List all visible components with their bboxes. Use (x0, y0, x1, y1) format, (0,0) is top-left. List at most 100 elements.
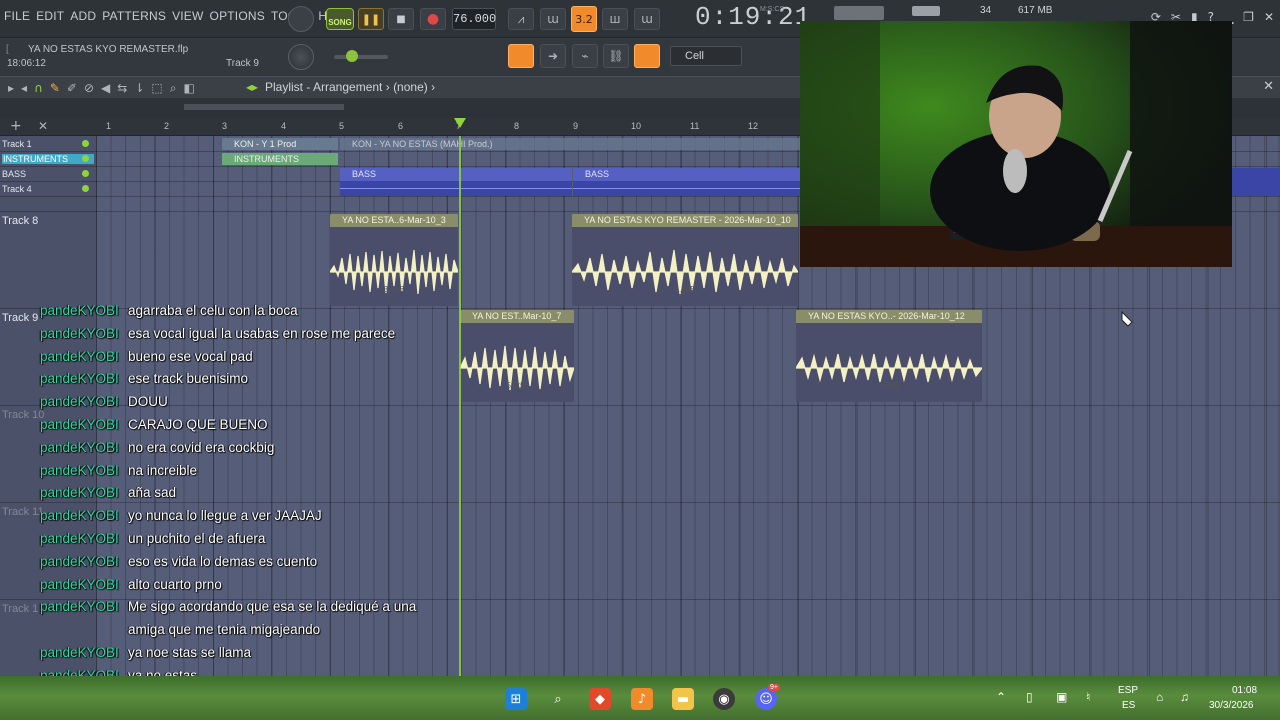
file-explorer-icon[interactable]: ▬ (672, 688, 694, 710)
chat-message: pandeKYOBI no era covid era cockbig (40, 437, 460, 460)
network-icon[interactable]: ⌂ (1156, 690, 1163, 704)
track-1-label[interactable]: Track 1 (2, 139, 32, 149)
volume-icon[interactable]: ♫ (1180, 690, 1189, 704)
mute-icon[interactable]: ◀ (101, 81, 110, 96)
pause-button[interactable]: ❚❚ (358, 8, 384, 30)
tray-chevron-icon[interactable]: ⌃ (996, 690, 1006, 704)
fl-studio-taskbar-icon[interactable]: ♪ (631, 688, 653, 710)
obs-icon[interactable]: ◉ (713, 688, 735, 710)
wait-input-button[interactable]: ɯ (540, 8, 566, 30)
track-4-mute[interactable] (82, 185, 89, 192)
clock-time[interactable]: 01:08 (1232, 685, 1257, 696)
menu-view[interactable]: VIEW (172, 9, 203, 23)
chat-message: pandeKYOBI ya noe stas se llama (40, 642, 460, 665)
discord-icon[interactable]: ☺ (755, 688, 777, 710)
bass-clip[interactable] (1232, 168, 1280, 196)
playlist-subtitle[interactable]: (none) (393, 80, 428, 94)
chat-message: pandeKYOBI esa vocal igual la usabas en r… (40, 323, 460, 346)
playhead-marker[interactable] (454, 118, 466, 128)
pattern-clip[interactable]: KON - YA NO ESTAS (MAHI Prod.) (340, 138, 800, 150)
zoom-icon[interactable]: ⌕ (170, 81, 177, 96)
chat-message: pandeKYOBI agarraba el celu con la boca (40, 300, 460, 323)
track-bass-mute[interactable] (82, 170, 89, 177)
song-position-display[interactable]: 0:19:21 (695, 2, 811, 32)
tray-device-icon[interactable]: ▯ (1026, 690, 1033, 704)
select-icon[interactable]: ⬚ (151, 81, 162, 96)
metronome-button[interactable]: ⩘ (508, 8, 534, 30)
audio-clip[interactable]: YA NO EST..Mar-10_7 5.9dB (460, 310, 574, 402)
start-icon[interactable]: ⊞ (505, 688, 527, 710)
arrow-left-icon[interactable]: ◂ (21, 81, 27, 96)
pattern-clip[interactable]: KON - Y 1 Prod (222, 138, 338, 150)
track-9-label[interactable]: Track 9 (2, 312, 38, 324)
master-volume-slider[interactable] (334, 55, 388, 59)
tray-bluetooth-icon[interactable]: ▣ (1056, 690, 1067, 704)
menu-edit[interactable]: EDIT (36, 9, 64, 23)
track-bass-label[interactable]: BASS (2, 169, 26, 179)
playlist-close-icon[interactable]: ✕ (1263, 79, 1274, 94)
track-12-label[interactable]: Track 1 (2, 603, 38, 615)
bass-clip[interactable]: BASS (340, 168, 572, 196)
track-4-label[interactable]: Track 4 (2, 184, 32, 194)
search-icon[interactable]: ⌕ (547, 688, 569, 710)
master-pitch-knob[interactable] (288, 44, 314, 70)
track-11-label[interactable]: Track 11 (2, 506, 44, 518)
piano-roll-button[interactable] (508, 44, 534, 68)
slice-icon[interactable]: ⇂ (134, 81, 144, 96)
magnet-icon[interactable]: ∩ (34, 81, 43, 96)
bass-clip[interactable]: BASS (573, 168, 800, 196)
audio-clip[interactable]: YA NO ESTAS KYO..- 2026-Mar-10_12 3.0dB (796, 310, 982, 402)
close-icon[interactable]: ✕ (1264, 10, 1274, 24)
snap-select[interactable]: Cell (670, 46, 742, 66)
browser-button[interactable] (634, 44, 660, 68)
language-top[interactable]: ESP (1118, 685, 1138, 696)
audio-clip[interactable]: YA NO ESTA..6-Mar-10_3 3.4dB (330, 214, 458, 306)
link-button[interactable]: ⛓ (603, 44, 629, 68)
instruments-clip[interactable]: INSTRUMENTS (222, 153, 338, 165)
track-1-mute[interactable] (82, 140, 89, 147)
loop-icon: ɯ (641, 12, 653, 26)
tray-mic-icon[interactable]: ♮ (1086, 690, 1090, 704)
clock-date[interactable]: 30/3/2026 (1209, 700, 1254, 711)
playlist-title: Playlist - Arrangement › (none) › (265, 80, 436, 94)
maximize-icon[interactable]: ❐ (1243, 10, 1254, 24)
next-button[interactable]: ➜ (540, 44, 566, 68)
brave-browser-icon[interactable]: ◆ (589, 688, 611, 710)
stop-button[interactable]: ■ (388, 8, 414, 30)
pencil-icon[interactable]: ✎ (50, 81, 60, 96)
master-volume-knob[interactable] (288, 6, 314, 32)
chat-message: pandeKYOBI alto cuarto prno (40, 574, 460, 597)
mixer-button[interactable]: ⌁ (572, 44, 598, 68)
track-8-label[interactable]: Track 8 (2, 215, 38, 227)
song-mode-button[interactable]: SONG (326, 8, 354, 30)
pattern-length-button[interactable]: 3.2 (571, 6, 597, 32)
playback-icon[interactable]: ◧ (183, 81, 194, 96)
volume-slider-thumb[interactable] (346, 50, 358, 62)
menu-add[interactable]: ADD (70, 9, 96, 23)
track-instruments-mute[interactable] (82, 155, 89, 162)
menu-options[interactable]: OPTIONS (210, 9, 265, 23)
track-instruments-label[interactable]: INSTRUMENTS (2, 154, 94, 164)
loop-record-button[interactable]: ɯ (634, 8, 660, 30)
chat-username: pandeKYOBI (40, 644, 119, 660)
menu-file[interactable]: FILE (4, 9, 30, 23)
close-track-icon[interactable]: ✕ (38, 119, 48, 133)
add-track-icon[interactable]: + (10, 118, 22, 134)
arrow-right-icon[interactable]: ▸ (8, 81, 14, 96)
track-10-label[interactable]: Track 10 (2, 409, 44, 421)
record-button[interactable]: ● (420, 8, 446, 30)
step-edit-button[interactable]: ш (602, 8, 628, 30)
brush-icon[interactable]: ✐ (67, 81, 77, 96)
language-bottom[interactable]: ES (1122, 700, 1135, 711)
note-line (573, 188, 800, 189)
audio-clip[interactable]: YA NO ESTAS KYO REMASTER - 2026-Mar-10_1… (572, 214, 798, 306)
overview-window[interactable] (184, 104, 344, 110)
menu-patterns[interactable]: PATTERNS (102, 9, 166, 23)
chat-username: pandeKYOBI (40, 553, 119, 569)
delete-icon[interactable]: ⊘ (84, 81, 94, 96)
chat-text: esa vocal igual la usabas en rose me par… (128, 325, 396, 341)
tempo-display[interactable]: 76.000 (452, 8, 496, 30)
slip-icon[interactable]: ⇆ (117, 81, 127, 96)
chat-message: pandeKYOBI yo nunca lo llegue a ver JAAJA… (40, 505, 460, 528)
chat-message: pandeKYOBI na increible (40, 460, 460, 483)
